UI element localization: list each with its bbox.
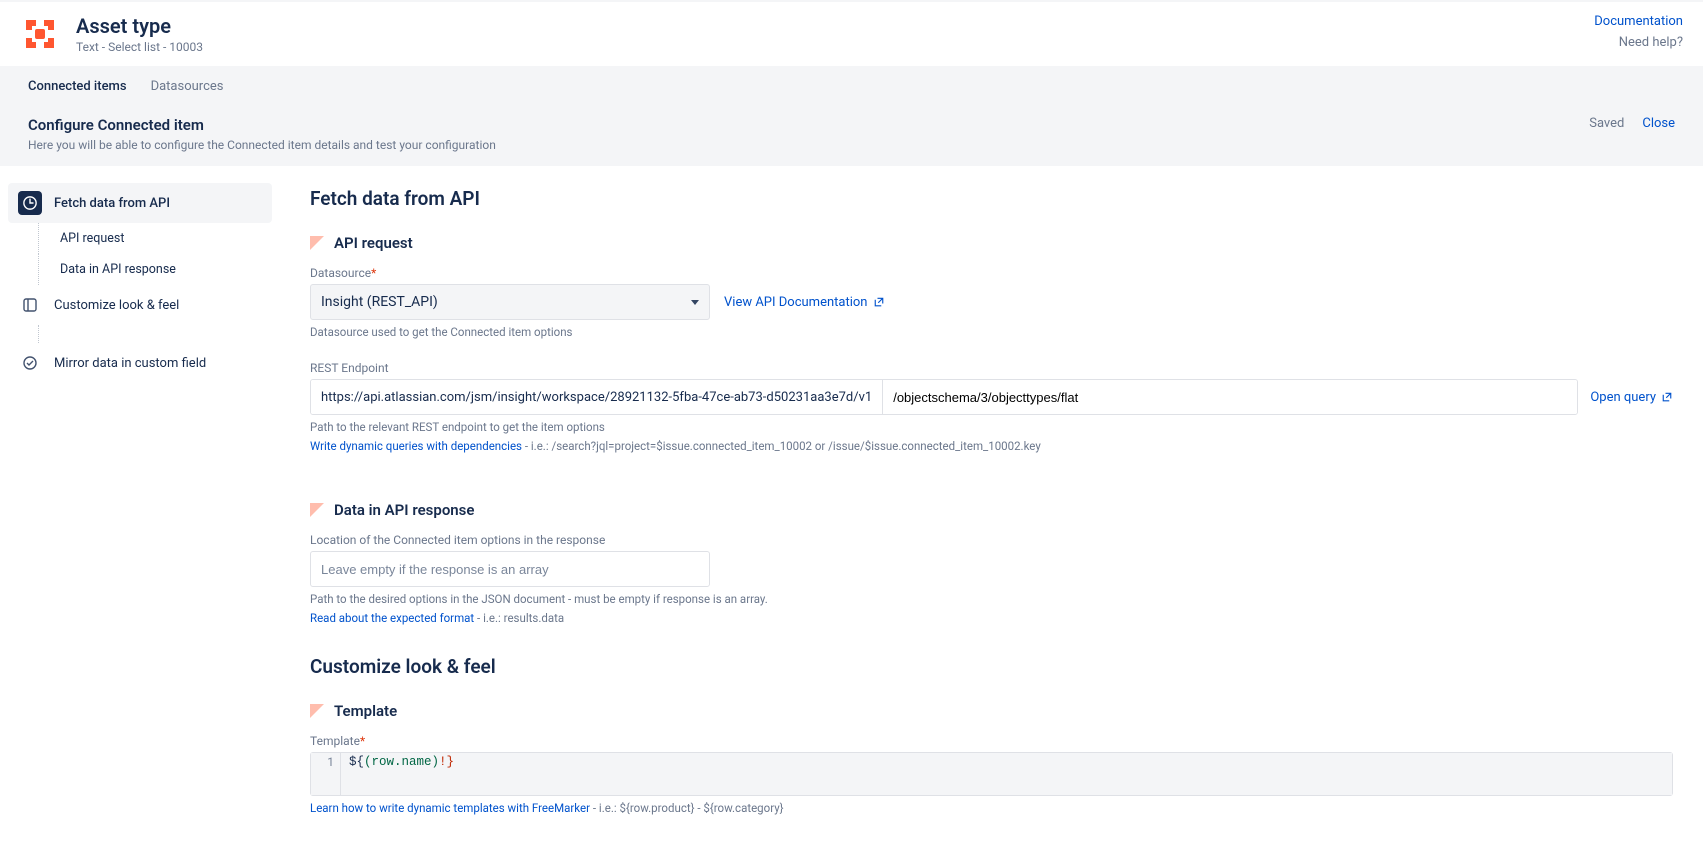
expected-format-link[interactable]: Read about the expected format	[310, 611, 474, 625]
location-label: Location of the Connected item options i…	[310, 533, 1673, 547]
subheader: Configure Connected item Here you will b…	[0, 106, 1703, 167]
datasource-label: Datasource*	[310, 266, 1673, 280]
editor-gutter: 1	[311, 753, 341, 795]
endpoint-hint-1: Path to the relevant REST endpoint to ge…	[310, 420, 1673, 434]
endpoint-hint-2: Write dynamic queries with dependencies …	[310, 439, 1673, 453]
section-marker-icon	[310, 236, 324, 250]
section-heading-look: Customize look & feel	[310, 655, 1673, 678]
view-api-documentation-link[interactable]: View API Documentation	[724, 295, 885, 310]
mirror-icon	[18, 351, 42, 375]
top-tabs: Connected items Datasources	[0, 66, 1703, 106]
sidebar: Fetch data from API API request Data in …	[0, 167, 280, 855]
close-button[interactable]: Close	[1642, 116, 1675, 131]
fetch-icon	[18, 191, 42, 215]
chevron-down-icon	[691, 300, 699, 305]
location-input[interactable]	[310, 551, 710, 587]
page-header: Asset type Text - Select list - 10003 Do…	[0, 0, 1703, 66]
section-heading-fetch: Fetch data from API	[310, 187, 1673, 210]
endpoint-prefix: https://api.atlassian.com/jsm/insight/wo…	[311, 380, 883, 414]
main-content: Fetch data from API API request Datasour…	[280, 167, 1703, 855]
dynamic-queries-link[interactable]: Write dynamic queries with dependencies	[310, 439, 522, 453]
open-query-link[interactable]: Open query	[1590, 390, 1673, 405]
sidebar-item-data-response[interactable]: Data in API response	[8, 254, 272, 285]
template-editor[interactable]: 1 ${(row.name)!}	[310, 752, 1673, 796]
subheader-desc: Here you will be able to configure the C…	[28, 138, 496, 152]
external-link-icon	[873, 296, 885, 308]
tab-connected-items[interactable]: Connected items	[28, 79, 127, 94]
rest-endpoint-field: https://api.atlassian.com/jsm/insight/wo…	[310, 379, 1578, 415]
sidebar-connector	[8, 325, 272, 343]
sidebar-item-label: Customize look & feel	[54, 298, 179, 313]
sidebar-item-fetch[interactable]: Fetch data from API	[8, 183, 272, 223]
template-label: Template*	[310, 734, 1673, 748]
need-help-link[interactable]: Need help?	[1594, 35, 1683, 50]
documentation-link[interactable]: Documentation	[1594, 14, 1683, 29]
app-logo	[20, 14, 60, 54]
location-hint-1: Path to the desired options in the JSON …	[310, 592, 1673, 606]
subheader-title: Configure Connected item	[28, 116, 496, 134]
endpoint-input[interactable]	[883, 380, 1577, 414]
sidebar-item-api-request[interactable]: API request	[8, 223, 272, 254]
datasource-select[interactable]: Insight (REST_API)	[310, 284, 710, 320]
section-api-request: API request	[310, 234, 1673, 252]
page-subtitle: Text - Select list - 10003	[76, 40, 1594, 54]
external-link-icon	[1661, 391, 1673, 403]
freemarker-link[interactable]: Learn how to write dynamic templates wit…	[310, 801, 590, 815]
datasource-hint: Datasource used to get the Connected ite…	[310, 325, 1673, 339]
saved-status: Saved	[1589, 116, 1624, 131]
look-icon	[18, 293, 42, 317]
tab-datasources[interactable]: Datasources	[151, 79, 224, 94]
editor-content[interactable]: ${(row.name)!}	[341, 753, 1672, 795]
section-data-response: Data in API response	[310, 501, 1673, 519]
template-hint: Learn how to write dynamic templates wit…	[310, 801, 1673, 815]
sidebar-item-label: Mirror data in custom field	[54, 356, 206, 371]
sidebar-item-label: Fetch data from API	[54, 196, 170, 211]
page-title: Asset type	[76, 14, 1594, 38]
sidebar-item-look-feel[interactable]: Customize look & feel	[8, 285, 272, 325]
sidebar-item-mirror[interactable]: Mirror data in custom field	[8, 343, 272, 383]
section-template: Template	[310, 702, 1673, 720]
section-marker-icon	[310, 503, 324, 517]
section-marker-icon	[310, 704, 324, 718]
rest-endpoint-label: REST Endpoint	[310, 361, 1673, 375]
location-hint-2: Read about the expected format - i.e.: r…	[310, 611, 1673, 625]
